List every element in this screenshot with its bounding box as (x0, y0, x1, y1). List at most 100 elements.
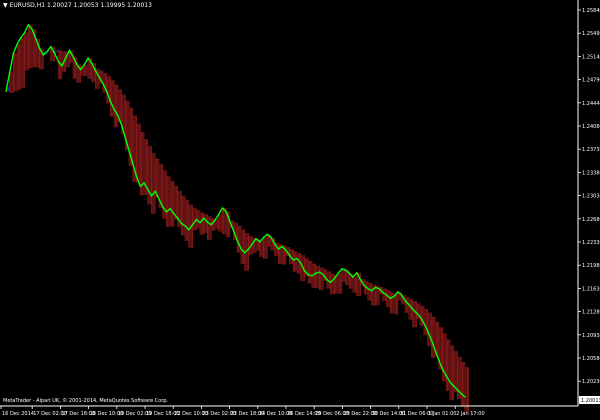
price-point (408, 304, 410, 306)
price-point (449, 381, 451, 383)
price-point (318, 271, 321, 273)
price-point (244, 252, 246, 254)
price-point (91, 62, 93, 64)
price-point (415, 312, 418, 314)
price-point (426, 330, 429, 332)
price-point (27, 24, 30, 26)
price-label: 1.21630 (582, 286, 600, 292)
price-point (113, 108, 115, 111)
price-point (393, 295, 395, 298)
price-point (76, 63, 78, 66)
price-point (367, 288, 369, 290)
price-point (430, 339, 433, 341)
price-point (434, 349, 436, 351)
chart-window[interactable]: 1.25840 1.25490 1.25140 1.24790 1.24440 1.240… (0, 0, 600, 420)
price-label: 1.22680 (582, 217, 600, 223)
price-point (456, 389, 459, 391)
price-point (180, 222, 183, 225)
price-point (218, 213, 220, 216)
price-point (12, 52, 15, 54)
price-point (322, 273, 324, 276)
time-label: 1 Jan 01:00 (428, 411, 456, 417)
price-point (419, 316, 421, 318)
price-point (262, 236, 265, 239)
price-point (344, 269, 347, 271)
price-point (53, 52, 56, 54)
price-point (363, 284, 365, 287)
price-label: 1.23730 (582, 147, 600, 153)
last-price-label: 1.20013 (581, 398, 600, 404)
price-point (50, 45, 52, 48)
price-point (247, 248, 250, 250)
price-point (255, 238, 257, 240)
copyright-text: MetaTrader - Alpari UK, © 2001-2014, Met… (3, 398, 169, 404)
price-point (94, 70, 97, 72)
price-point (374, 286, 377, 289)
price-point (79, 68, 82, 71)
price-point (326, 279, 328, 281)
price-label: 1.25840 (582, 8, 600, 14)
price-point (210, 223, 212, 226)
price-line (5, 23, 466, 398)
price-point (277, 248, 280, 250)
price-point (139, 185, 142, 187)
price-point (359, 279, 362, 281)
price-point (169, 207, 171, 210)
price-point (31, 28, 33, 30)
price-point (251, 243, 253, 245)
price-label: 1.20580 (582, 356, 600, 362)
chart-plot[interactable]: 1.25840 1.25490 1.25140 1.24790 1.24440 1.240… (0, 0, 600, 420)
price-point (281, 245, 283, 248)
price-point (214, 219, 216, 221)
price-point (5, 90, 7, 93)
price-point (400, 294, 403, 296)
price-point (9, 71, 11, 73)
price-point (98, 76, 100, 79)
price-label: 1.24080 (582, 124, 600, 130)
price-point (232, 230, 235, 232)
price-point (154, 190, 156, 193)
price-point (102, 83, 104, 85)
price-point (329, 281, 332, 284)
price-point (464, 396, 466, 398)
price-label: 1.25490 (582, 31, 600, 37)
price-point (378, 288, 380, 290)
price-point (120, 124, 123, 127)
close-price-line (5, 23, 466, 398)
chart-axes: 1.25840 1.25490 1.25140 1.24790 1.24440 1.240… (0, 0, 600, 417)
price-point (356, 271, 358, 274)
price-point (184, 225, 186, 227)
price-point (61, 65, 63, 67)
price-point (300, 262, 302, 264)
price-point (288, 254, 291, 257)
price-label: 1.25140 (582, 54, 600, 60)
price-point (191, 223, 194, 226)
price-point (292, 259, 295, 261)
symbol-info-text: EURUSD,H1 1.20027 1.20053 1.19995 1.2001… (9, 2, 152, 9)
price-point (315, 272, 317, 275)
price-point (445, 375, 448, 377)
price-point (46, 51, 48, 53)
price-point (72, 56, 74, 58)
price-point (65, 57, 67, 59)
price-point (117, 115, 119, 117)
price-point (206, 221, 209, 223)
price-point (352, 276, 354, 278)
price-point (229, 220, 231, 223)
price-point (389, 297, 392, 300)
price-point (147, 188, 149, 191)
price-label: 1.20230 (582, 379, 600, 385)
price-point (128, 150, 130, 152)
price-point (270, 236, 272, 239)
price-label: 1.22330 (582, 240, 600, 246)
price-point (23, 31, 26, 34)
price-point (57, 60, 59, 63)
price-point (124, 137, 127, 139)
price-point (453, 385, 455, 387)
price-point (225, 211, 227, 213)
dropdown-arrow-icon[interactable]: ▼ (3, 2, 8, 9)
price-point (412, 308, 414, 310)
price-point (240, 248, 242, 250)
price-point (460, 393, 462, 395)
price-point (341, 268, 343, 270)
